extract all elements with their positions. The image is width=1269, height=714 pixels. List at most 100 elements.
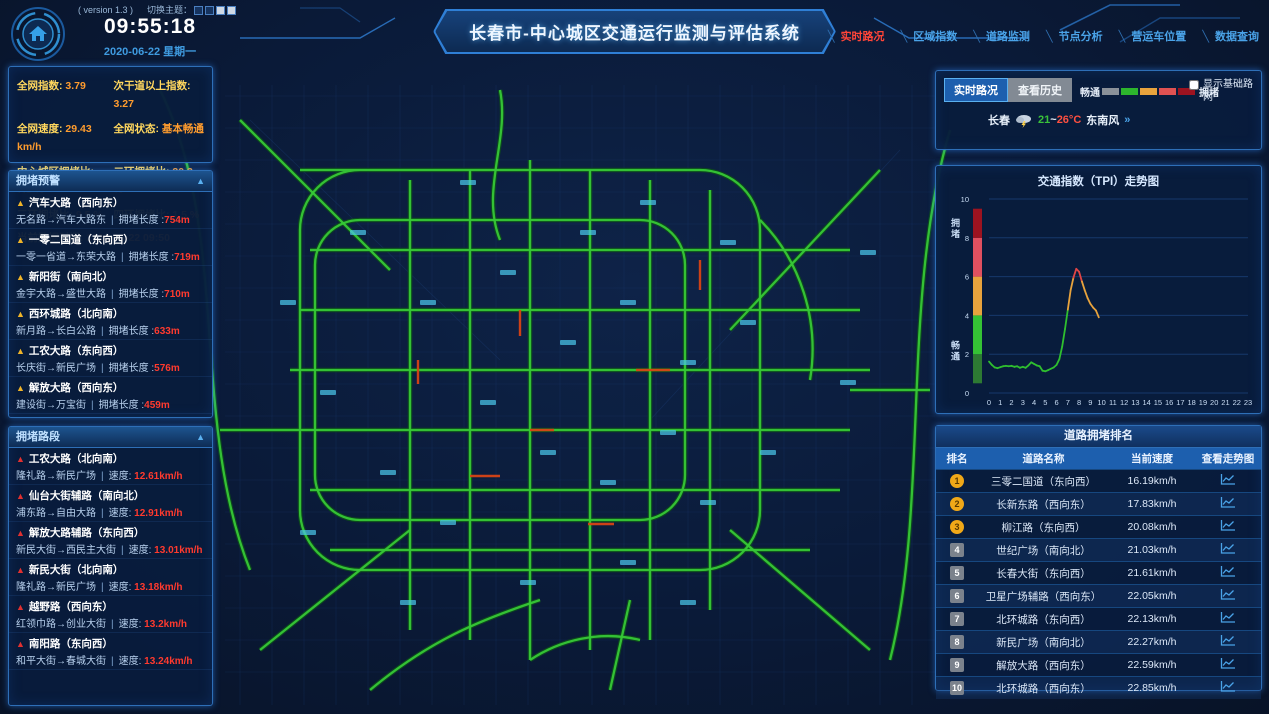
stat-label: 次干道以上指数: — [114, 80, 191, 92]
stat-label: 全网状态: — [114, 123, 162, 135]
road-name: ▲一零二国道（东向西） — [16, 232, 205, 247]
svg-text:1: 1 — [998, 398, 1002, 407]
table-row: 3柳江路（东向西）20.08km/h — [936, 515, 1261, 538]
ranking-speed: 22.85km/h — [1109, 682, 1195, 694]
trend-chart-icon[interactable] — [1220, 473, 1236, 486]
trend-chart-icon[interactable] — [1220, 634, 1236, 647]
tpi-chart-panel: 交通指数（TPI）走势图 0246810拥堵畅通0123456789101112… — [935, 165, 1262, 414]
ranking-road-name: 世纪广场（南向北） — [978, 543, 1109, 558]
list-item: ▲越野路（西向东）红领巾路→创业大街|速度: 13.2km/h — [9, 596, 212, 633]
svg-text:16: 16 — [1165, 398, 1173, 407]
ranking-road-name: 卫星广场辅路（西向东） — [978, 589, 1109, 604]
ranking-road-name: 三零二国道（东向西） — [978, 474, 1109, 489]
list-item: ▲工农大路（东向西）长庆街→新民广场|拥堵长度 :576m — [9, 340, 212, 377]
road-name: ▲工农大路（北向南） — [16, 451, 205, 466]
ranking-speed: 22.13km/h — [1109, 613, 1195, 625]
rank-badge: 4 — [950, 543, 964, 557]
road-detail: 一零一省道→东荣大路|拥堵长度 :719m — [16, 248, 205, 263]
theme-swatch-light-2[interactable] — [227, 6, 236, 15]
nav-separator-icon: ╲ — [828, 31, 838, 43]
speed-value: 12.61km/h — [134, 471, 182, 482]
list-item: ▲解放大路（西向东）建设街→万宝街|拥堵长度 :459m — [9, 377, 212, 414]
svg-text:18: 18 — [1188, 398, 1196, 407]
trend-chart-icon[interactable] — [1220, 565, 1236, 578]
panel-title: 拥堵路段 — [16, 427, 60, 447]
road-detail: 浦东路→自由大路|速度: 12.91km/h — [16, 504, 205, 519]
alert-triangle-icon: ▲ — [16, 528, 25, 538]
theme-swatch-dark-2[interactable] — [205, 6, 214, 15]
ranking-speed: 20.08km/h — [1109, 521, 1195, 533]
speed-value: 12.91km/h — [134, 508, 182, 519]
roadview-panel: 实时路况查看历史 畅通 拥堵 显示基础路网 长春 21~26°C 东南风 » — [935, 70, 1262, 150]
alert-triangle-icon: ▲ — [16, 491, 25, 501]
road-name: ▲新民大街（北向南） — [16, 562, 205, 577]
congestion-warning-list[interactable]: ▲汽车大路（西向东）无名路→汽车大路东|拥堵长度 :754m▲一零二国道（东向西… — [9, 192, 212, 417]
base-roadnet-checkbox-input[interactable] — [1189, 80, 1199, 90]
nav-tab-6[interactable]: ╲ 数据查询 — [1202, 28, 1259, 44]
warning-triangle-icon: ▲ — [16, 309, 25, 319]
nav-tab-4[interactable]: ╲ 节点分析 — [1046, 28, 1103, 44]
trend-chart-icon[interactable] — [1220, 611, 1236, 624]
svg-text:22: 22 — [1233, 398, 1241, 407]
nav-separator-icon: ╲ — [901, 31, 911, 43]
legend-swatches — [1100, 82, 1199, 100]
trend-chart-icon[interactable] — [1220, 588, 1236, 601]
length-value: 719m — [174, 252, 200, 263]
svg-text:17: 17 — [1176, 398, 1184, 407]
svg-text:2: 2 — [1009, 398, 1013, 407]
table-row: 9解放大路（西向东）22.59km/h — [936, 653, 1261, 676]
nav-tab-1[interactable]: ╲ 实时路况 — [828, 28, 885, 44]
congestion-warning-panel: 拥堵预警 ▲ ▲汽车大路（西向东）无名路→汽车大路东|拥堵长度 :754m▲一零… — [8, 170, 213, 418]
nav-tab-3[interactable]: ╲ 道路监测 — [973, 28, 1030, 44]
svg-text:4: 4 — [965, 311, 969, 320]
nav-tab-5[interactable]: ╲ 营运车位置 — [1119, 28, 1187, 44]
ranking-column-header: 道路名称 — [978, 451, 1109, 466]
svg-text:8: 8 — [1077, 398, 1081, 407]
congested-sections-list[interactable]: ▲工农大路（北向南）隆礼路→新民广场|速度: 12.61km/h▲仙台大街辅路（… — [9, 448, 212, 705]
list-item: ▲西环城路（北向南）新月路→长白公路|拥堵长度 :633m — [9, 303, 212, 340]
ranking-speed: 22.05km/h — [1109, 590, 1195, 602]
svg-text:9: 9 — [1088, 398, 1092, 407]
length-value: 576m — [154, 363, 180, 374]
collapse-icon[interactable]: ▲ — [196, 427, 205, 447]
congestion-warning-header: 拥堵预警 ▲ — [9, 171, 212, 192]
ranking-road-name: 长春大街（东向西） — [978, 566, 1109, 581]
svg-text:14: 14 — [1142, 398, 1150, 407]
ranking-column-header: 当前速度 — [1109, 451, 1195, 466]
svg-text:7: 7 — [1066, 398, 1070, 407]
road-detail: 隆礼路→新民广场|速度: 12.61km/h — [16, 467, 205, 482]
trend-chart-icon[interactable] — [1220, 542, 1236, 555]
history-tab-button[interactable]: 查看历史 — [1008, 78, 1072, 102]
stat-value: 基本畅通 — [162, 123, 204, 135]
table-row: 1三零二国道（东向西）16.19km/h — [936, 469, 1261, 492]
alert-triangle-icon: ▲ — [16, 602, 25, 612]
realtime-tab-button[interactable]: 实时路况 — [944, 78, 1008, 102]
warning-triangle-icon: ▲ — [16, 383, 25, 393]
speed-value: 13.01km/h — [154, 545, 202, 556]
legend-left-label: 畅通 — [1080, 84, 1100, 99]
trend-chart-icon[interactable] — [1220, 680, 1236, 693]
collapse-icon[interactable]: ▲ — [196, 171, 205, 191]
ranking-road-name: 新民广场（南向北） — [978, 635, 1109, 650]
tpi-trend-chart: 0246810拥堵畅通01234567891011121314151617181… — [939, 191, 1258, 409]
home-logo[interactable] — [10, 6, 66, 62]
svg-text:拥堵: 拥堵 — [951, 217, 960, 239]
svg-text:21: 21 — [1221, 398, 1229, 407]
legend-swatch — [1140, 88, 1157, 95]
base-roadnet-checkbox[interactable]: 显示基础路网 — [1189, 79, 1255, 104]
road-name: ▲汽车大路（西向东） — [16, 195, 205, 210]
trend-chart-icon[interactable] — [1220, 657, 1236, 670]
trend-chart-icon[interactable] — [1220, 519, 1236, 532]
theme-swatch-light-1[interactable] — [216, 6, 225, 15]
svg-text:10: 10 — [961, 195, 969, 204]
weather-more-arrow[interactable]: » — [1124, 114, 1130, 126]
rank-badge: 3 — [950, 520, 964, 534]
network-stats-panel: 全网指数: 3.79次干道以上指数: 3.27全网速度: 29.43 km/h全… — [8, 66, 213, 163]
svg-text:0: 0 — [965, 389, 969, 398]
trend-chart-icon[interactable] — [1220, 496, 1236, 509]
nav-tab-2[interactable]: ╲ 区域指数 — [901, 28, 958, 44]
legend-swatch — [1159, 88, 1176, 95]
theme-swatch-dark-1[interactable] — [194, 6, 203, 15]
ranking-speed: 21.03km/h — [1109, 544, 1195, 556]
svg-text:15: 15 — [1154, 398, 1162, 407]
